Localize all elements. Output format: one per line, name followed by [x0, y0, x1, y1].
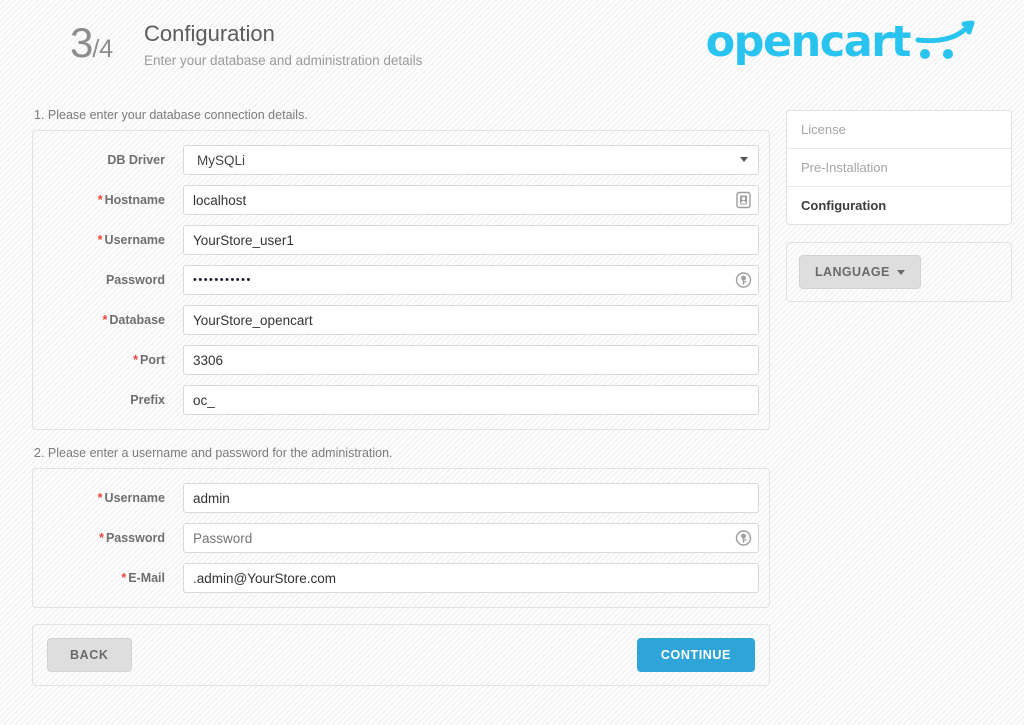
field-wrapper — [183, 385, 759, 415]
field-label-text: Username — [105, 233, 165, 247]
language-button-label: LANGUAGE — [815, 265, 890, 279]
form-row: *Hostname — [33, 185, 759, 215]
field-label: Prefix — [33, 393, 183, 407]
contact-card-autofill-icon[interactable] — [735, 191, 752, 209]
field-label: Password — [33, 273, 183, 287]
form-row: *E-Mail — [33, 563, 759, 593]
field-wrapper: MySQLiMySQLMPDOPostgreSQL — [183, 145, 759, 175]
hostname-input[interactable] — [183, 185, 759, 215]
field-wrapper — [183, 345, 759, 375]
form-row: *Username — [33, 225, 759, 255]
field-wrapper — [183, 483, 759, 513]
field-label-text: Prefix — [130, 393, 165, 407]
form-row: *Database — [33, 305, 759, 335]
step-denominator: /4 — [92, 37, 113, 62]
field-label-text: E-Mail — [128, 571, 165, 585]
username-input[interactable] — [183, 483, 759, 513]
required-asterisk: * — [98, 233, 103, 247]
field-label: DB Driver — [33, 153, 183, 167]
database-input[interactable] — [183, 305, 759, 335]
continue-button[interactable]: CONTINUE — [637, 638, 755, 672]
field-label: *Password — [33, 531, 183, 545]
sidebar-item-configuration[interactable]: Configuration — [787, 187, 1011, 224]
opencart-logo: opencart — [706, 16, 976, 69]
database-form-panel: DB DriverMySQLiMySQLMPDOPostgreSQL*Hostn… — [32, 130, 770, 430]
field-label-text: Port — [140, 353, 165, 367]
database-section-legend: 1. Please enter your database connection… — [34, 108, 770, 122]
field-label: *Username — [33, 233, 183, 247]
sidebar-item-license[interactable]: License — [787, 111, 1011, 149]
back-button[interactable]: BACK — [47, 638, 132, 672]
language-dropdown-button[interactable]: LANGUAGE — [799, 255, 921, 289]
page-header: 3 /4 Configuration Enter your database a… — [0, 0, 1024, 92]
admin-section-legend: 2. Please enter a username and password … — [34, 446, 770, 460]
field-label-text: Password — [106, 531, 165, 545]
field-wrapper — [183, 563, 759, 593]
field-label-text: Username — [105, 491, 165, 505]
required-asterisk: * — [99, 531, 104, 545]
field-label: *Hostname — [33, 193, 183, 207]
main-column: 1. Please enter your database connection… — [32, 92, 770, 686]
install-steps-list: LicensePre-InstallationConfiguration — [786, 110, 1012, 225]
password-input[interactable] — [183, 265, 759, 295]
sidebar: LicensePre-InstallationConfiguration LAN… — [786, 110, 1012, 686]
field-wrapper — [183, 185, 759, 215]
form-row: *Password — [33, 523, 759, 553]
port-input[interactable] — [183, 345, 759, 375]
field-label: *Database — [33, 313, 183, 327]
field-label: *Username — [33, 491, 183, 505]
form-footer: BACK CONTINUE — [32, 624, 770, 686]
field-wrapper — [183, 265, 759, 295]
step-number: 3 — [70, 22, 92, 64]
sidebar-item-pre-installation[interactable]: Pre-Installation — [787, 149, 1011, 187]
required-asterisk: * — [121, 571, 126, 585]
field-wrapper — [183, 305, 759, 335]
username-input[interactable] — [183, 225, 759, 255]
form-row: Prefix — [33, 385, 759, 415]
field-wrapper — [183, 225, 759, 255]
field-label-text: Hostname — [105, 193, 165, 207]
form-row: Password — [33, 265, 759, 295]
field-label-text: DB Driver — [107, 153, 165, 167]
required-asterisk: * — [133, 353, 138, 367]
password-input[interactable] — [183, 523, 759, 553]
field-wrapper — [183, 523, 759, 553]
form-row: *Port — [33, 345, 759, 375]
step-indicator: 3 /4 — [70, 22, 113, 64]
key-autofill-icon[interactable] — [735, 529, 752, 547]
field-label: *E-Mail — [33, 571, 183, 585]
field-label-text: Password — [106, 273, 165, 287]
required-asterisk: * — [98, 193, 103, 207]
db-driver-select[interactable]: MySQLiMySQLMPDOPostgreSQL — [183, 145, 759, 175]
page-title-block: Configuration Enter your database and ad… — [144, 20, 422, 68]
shopping-cart-icon — [914, 20, 976, 69]
e-mail-input[interactable] — [183, 563, 759, 593]
admin-form-panel: *Username*Password*E-Mail — [32, 468, 770, 608]
logo-wordmark: opencart — [706, 21, 910, 64]
required-asterisk: * — [98, 491, 103, 505]
page-title: Configuration — [144, 20, 422, 48]
page-content: 1. Please enter your database connection… — [0, 92, 1024, 686]
field-label: *Port — [33, 353, 183, 367]
required-asterisk: * — [103, 313, 108, 327]
page-subtitle: Enter your database and administration d… — [144, 53, 422, 68]
form-row: DB Driver MySQLiMySQLMPDOPostgreSQL — [33, 145, 759, 175]
prefix-input[interactable] — [183, 385, 759, 415]
language-panel: LANGUAGE — [786, 242, 1012, 302]
key-autofill-icon[interactable] — [735, 271, 752, 289]
form-row: *Username — [33, 483, 759, 513]
field-label-text: Database — [109, 313, 165, 327]
chevron-down-icon — [897, 270, 905, 275]
